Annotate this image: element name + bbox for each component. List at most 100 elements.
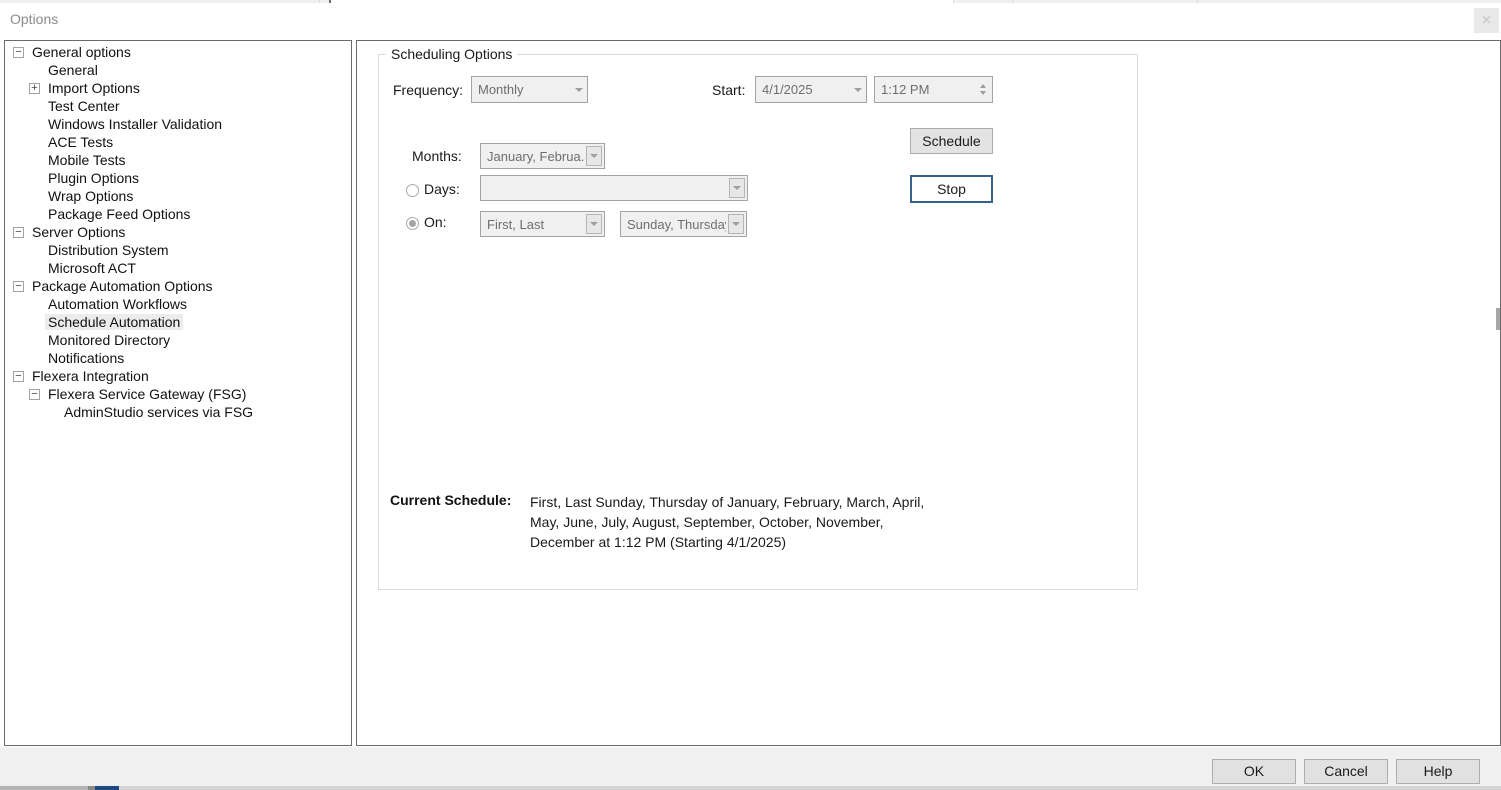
start-label: Start:	[712, 82, 745, 98]
current-schedule-line: December at 1:12 PM (Starting 4/1/2025)	[530, 532, 924, 552]
chevron-down-icon	[586, 214, 602, 234]
taskbar-strip	[0, 786, 1501, 790]
tree-item[interactable]: −Flexera Service Gateway (FSG)	[5, 385, 351, 403]
tree-item-label[interactable]: General	[45, 62, 101, 78]
tree-item[interactable]: ACE Tests	[5, 133, 351, 151]
tree-item-label[interactable]: Mobile Tests	[45, 152, 129, 168]
tree-item-label[interactable]: AdminStudio services via FSG	[61, 404, 256, 420]
expand-icon[interactable]: +	[29, 83, 40, 94]
on-label: On:	[424, 214, 447, 230]
current-schedule-text: First, Last Sunday, Thursday of January,…	[530, 492, 924, 552]
months-dropdown[interactable]: January, Februa...	[480, 143, 605, 169]
tree-item[interactable]: −Flexera Integration	[5, 367, 351, 385]
tree-item-label[interactable]: Flexera Service Gateway (FSG)	[45, 386, 249, 402]
top-strip-divider	[1197, 0, 1198, 3]
tree-item-label[interactable]: Import Options	[45, 80, 143, 96]
options-dialog: Options ✕ −General optionsGeneral+Import…	[0, 0, 1501, 790]
tree-item[interactable]: Notifications	[5, 349, 351, 367]
frequency-dropdown[interactable]: Monthly	[471, 76, 588, 103]
tree-item[interactable]: Microsoft ACT	[5, 259, 351, 277]
tree-item-label[interactable]: Schedule Automation	[45, 314, 183, 330]
days-dropdown[interactable]	[480, 175, 748, 201]
top-strip-gap	[331, 0, 953, 3]
tree-item[interactable]: Test Center	[5, 97, 351, 115]
schedule-button[interactable]: Schedule	[910, 128, 993, 154]
taskbar-segment	[95, 786, 119, 790]
months-value: January, Februa...	[487, 149, 584, 164]
tree-item-label[interactable]: Package Feed Options	[45, 206, 193, 222]
tree-item-label[interactable]: Distribution System	[45, 242, 172, 258]
tree-item-label[interactable]: Plugin Options	[45, 170, 142, 186]
on-weekday-dropdown[interactable]: Sunday, Thursday	[620, 211, 747, 237]
tree-item-label[interactable]: Server Options	[29, 224, 128, 240]
scheduling-content-panel: Scheduling Options Frequency: Monthly St…	[356, 40, 1501, 746]
on-weekday-value: Sunday, Thursday	[627, 217, 726, 232]
tree-item[interactable]: Package Feed Options	[5, 205, 351, 223]
taskbar-segment	[88, 786, 95, 790]
collapse-icon[interactable]: −	[29, 389, 40, 400]
top-strip-divider	[319, 0, 320, 3]
tree-item[interactable]: AdminStudio services via FSG	[5, 403, 351, 421]
chevron-down-icon	[586, 146, 602, 166]
tree-item[interactable]: Mobile Tests	[5, 151, 351, 169]
collapse-icon[interactable]: −	[13, 47, 24, 58]
tree-item[interactable]: −Server Options	[5, 223, 351, 241]
current-schedule-line: First, Last Sunday, Thursday of January,…	[530, 492, 924, 512]
tree-item-label[interactable]: Automation Workflows	[45, 296, 190, 312]
tree-item-label[interactable]: Wrap Options	[45, 188, 136, 204]
cancel-button[interactable]: Cancel	[1304, 759, 1388, 784]
scheduling-options-groupbox: Scheduling Options Frequency: Monthly St…	[378, 54, 1138, 590]
tree-item-label[interactable]: ACE Tests	[45, 134, 116, 150]
tree-item[interactable]: Monitored Directory	[5, 331, 351, 349]
on-ordinal-dropdown[interactable]: First, Last	[480, 211, 605, 237]
tree-item-label[interactable]: Microsoft ACT	[45, 260, 139, 276]
frequency-value: Monthly	[478, 82, 571, 97]
stop-button[interactable]: Stop	[910, 175, 993, 203]
chevron-down-icon	[571, 77, 587, 102]
on-ordinal-value: First, Last	[487, 217, 584, 232]
chevron-down-icon	[850, 77, 866, 102]
tree-item[interactable]: Wrap Options	[5, 187, 351, 205]
start-date-dropdown[interactable]: 4/1/2025	[755, 76, 867, 103]
close-icon[interactable]: ✕	[1474, 8, 1499, 33]
current-schedule-label: Current Schedule:	[390, 492, 511, 508]
collapse-icon[interactable]: −	[13, 227, 24, 238]
help-button[interactable]: Help	[1396, 759, 1480, 784]
tree-item[interactable]: Plugin Options	[5, 169, 351, 187]
top-strip-divider	[1012, 0, 1013, 3]
tree-item[interactable]: −Package Automation Options	[5, 277, 351, 295]
on-radio[interactable]	[406, 217, 419, 230]
frequency-label: Frequency:	[393, 82, 463, 98]
options-tree[interactable]: −General optionsGeneral+Import OptionsTe…	[4, 40, 352, 746]
collapse-icon[interactable]: −	[13, 371, 24, 382]
tree-item[interactable]: General	[5, 61, 351, 79]
top-strip-divider	[329, 0, 331, 3]
days-radio[interactable]	[406, 184, 419, 197]
groupbox-title: Scheduling Options	[386, 46, 517, 62]
scrollbar-fragment[interactable]	[1496, 308, 1500, 330]
background-window-strip	[0, 0, 1501, 3]
collapse-icon[interactable]: −	[13, 281, 24, 292]
dialog-footer: OK Cancel Help	[0, 747, 1501, 786]
tree-item-label[interactable]: Package Automation Options	[29, 278, 216, 294]
months-label: Months:	[412, 148, 462, 164]
tree-item[interactable]: −General options	[5, 43, 351, 61]
tree-item[interactable]: Distribution System	[5, 241, 351, 259]
tree-item-label[interactable]: General options	[29, 44, 134, 60]
ok-button[interactable]: OK	[1212, 759, 1296, 784]
chevron-down-icon	[729, 178, 745, 198]
days-label: Days:	[424, 181, 460, 197]
tree-item[interactable]: Automation Workflows	[5, 295, 351, 313]
dialog-title: Options	[10, 11, 58, 27]
start-time-value: 1:12 PM	[881, 82, 974, 97]
tree-item-label[interactable]: Flexera Integration	[29, 368, 152, 384]
tree-item-label[interactable]: Notifications	[45, 350, 127, 366]
tree-item[interactable]: + Import Options	[5, 79, 351, 97]
start-time-spinner[interactable]: 1:12 PM	[874, 76, 993, 103]
tree-item[interactable]: Windows Installer Validation	[5, 115, 351, 133]
tree-item-label[interactable]: Windows Installer Validation	[45, 116, 225, 132]
spinner-up-down-icon[interactable]	[974, 77, 992, 102]
tree-item-label[interactable]: Test Center	[45, 98, 123, 114]
tree-item[interactable]: Schedule Automation	[5, 313, 351, 331]
tree-item-label[interactable]: Monitored Directory	[45, 332, 173, 348]
